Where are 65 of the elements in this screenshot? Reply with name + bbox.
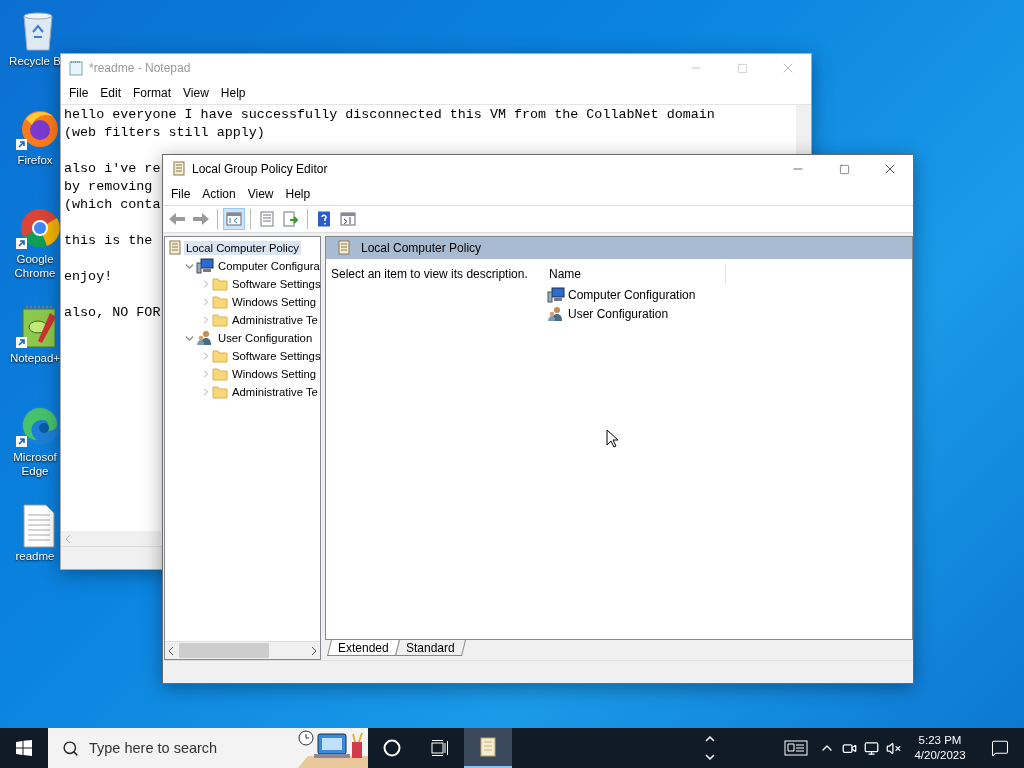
app-icon bbox=[171, 161, 186, 177]
scroll-icon bbox=[167, 240, 182, 256]
tree-item[interactable]: Software Settings bbox=[230, 277, 323, 291]
folder-icon bbox=[212, 295, 228, 309]
horizontal-scrollbar[interactable] bbox=[61, 531, 161, 546]
search-box[interactable]: Type here to search bbox=[48, 728, 368, 768]
horizontal-scrollbar[interactable] bbox=[165, 641, 320, 659]
desktop-icon-label: Recycle B bbox=[8, 54, 62, 68]
desktop-icon-label: Notepad+ bbox=[8, 351, 62, 365]
desktop-icon-label: Google Chrome bbox=[13, 252, 57, 280]
scroll-right-icon[interactable] bbox=[310, 645, 318, 656]
clock[interactable]: 5:23 PM 4/20/2023 bbox=[904, 733, 976, 763]
folder-icon bbox=[212, 385, 228, 399]
menu-item[interactable]: Help bbox=[214, 86, 252, 100]
users-icon bbox=[547, 305, 565, 322]
folder-icon bbox=[212, 367, 228, 381]
menu-item[interactable]: Help bbox=[279, 187, 317, 201]
desktop-icon-label: Microsof Edge bbox=[12, 450, 58, 478]
menu-item[interactable]: Format bbox=[127, 86, 178, 100]
view-tab[interactable]: Standard bbox=[394, 640, 466, 656]
maximize-icon[interactable] bbox=[838, 163, 850, 175]
taskbar-app-button[interactable] bbox=[464, 728, 512, 768]
menu-item[interactable]: Action bbox=[196, 187, 242, 201]
view-tab[interactable]: Extended bbox=[327, 640, 400, 656]
desktop-icon-label: Firefox bbox=[16, 153, 54, 167]
vertical-scrollbar[interactable] bbox=[796, 105, 811, 156]
description-text: Select an item to view its description. bbox=[330, 266, 529, 283]
computer-icon bbox=[196, 258, 214, 274]
tree-item[interactable]: Administrative Te bbox=[230, 313, 320, 327]
scroll-left-icon[interactable] bbox=[167, 645, 175, 656]
users-icon bbox=[196, 330, 214, 346]
menu-item[interactable]: View bbox=[241, 187, 280, 201]
list-item[interactable]: User Configuration bbox=[568, 306, 669, 321]
tree-item[interactable]: Computer Configura bbox=[216, 259, 322, 273]
tree-item[interactable]: Local Computer Policy bbox=[184, 241, 302, 255]
search-field[interactable]: Type here to search bbox=[87, 739, 298, 757]
tree-item[interactable]: Windows Setting bbox=[230, 367, 319, 381]
menu-item[interactable]: File bbox=[165, 187, 197, 201]
tree-item[interactable]: Windows Setting bbox=[230, 295, 319, 309]
mouse-cursor-icon bbox=[606, 429, 618, 448]
pane-title: Local Computer Policy bbox=[361, 241, 482, 255]
search-highlight-drawing bbox=[298, 728, 368, 768]
scroll-icon bbox=[336, 240, 351, 256]
column-header[interactable]: Name bbox=[541, 263, 726, 285]
list-item[interactable]: Computer Configuration bbox=[568, 287, 696, 302]
folder-icon bbox=[212, 349, 228, 363]
menu-item[interactable]: View bbox=[177, 86, 215, 100]
circle-icon[interactable] bbox=[383, 739, 401, 757]
computer-icon bbox=[547, 286, 565, 303]
taskbar-scroll-icon[interactable] bbox=[704, 733, 716, 763]
search-icon bbox=[62, 739, 79, 757]
menu-item[interactable]: Edit bbox=[94, 86, 128, 100]
task-view-icon[interactable] bbox=[431, 740, 449, 756]
tree-item[interactable]: Administrative Te bbox=[230, 385, 320, 399]
start-icon[interactable] bbox=[16, 740, 32, 756]
tree-item[interactable]: User Configuration bbox=[216, 331, 315, 345]
desktop-icon-label: readme bbox=[14, 549, 56, 563]
folder-icon bbox=[212, 277, 228, 291]
scroll-icon[interactable] bbox=[478, 736, 498, 758]
notepad-icon bbox=[69, 60, 83, 76]
folder-icon bbox=[212, 313, 228, 327]
menu-item[interactable]: File bbox=[63, 86, 95, 100]
tree-item[interactable]: Software Settings bbox=[230, 349, 323, 363]
window-title: *readme - Notepad bbox=[89, 61, 192, 75]
window-title: Local Group Policy Editor bbox=[192, 162, 329, 176]
